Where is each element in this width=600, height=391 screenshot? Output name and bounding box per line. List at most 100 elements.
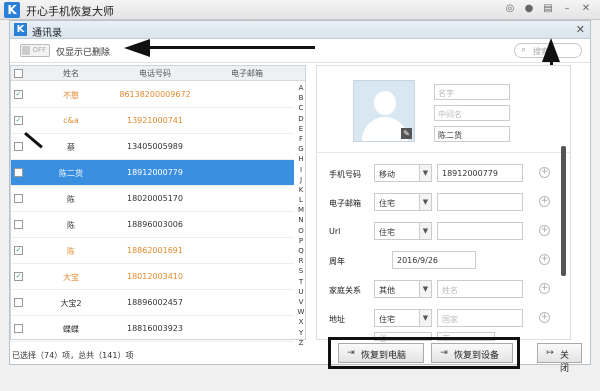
close-app-icon[interactable]: ✕ (580, 3, 592, 15)
row-checkbox[interactable]: ✓ (14, 116, 23, 125)
alphabet-letter[interactable]: O (295, 226, 307, 236)
table-row[interactable]: 大宝2 18896002457 (11, 290, 294, 316)
add-field-icon[interactable]: + (539, 254, 550, 265)
alphabet-letter[interactable]: B (295, 93, 307, 103)
add-field-icon[interactable]: + (539, 167, 550, 178)
table-row[interactable]: 蝶蝶 18816003923 (11, 316, 294, 342)
row-checkbox[interactable] (14, 220, 23, 229)
alphabet-letter[interactable]: D (295, 114, 307, 124)
table-row[interactable]: 陈 18896003006 (11, 212, 294, 238)
field-value-input[interactable]: 2016/9/26 (392, 251, 476, 269)
row-checkbox[interactable]: ✓ (14, 272, 23, 281)
row-checkbox[interactable]: ✓ (14, 90, 23, 99)
alphabet-letter[interactable]: V (295, 297, 307, 307)
window-close-icon[interactable]: ✕ (576, 23, 585, 36)
chevron-down-icon: ▼ (419, 281, 431, 297)
add-field-icon[interactable]: + (539, 225, 550, 236)
row-phone: 18816003923 (127, 324, 183, 333)
field-label: 家庭关系 (329, 286, 361, 295)
field-value-input[interactable] (437, 222, 523, 240)
field-value-input[interactable] (437, 193, 523, 211)
table-row[interactable]: 陈二货 18912000779 (11, 160, 294, 186)
add-field-icon[interactable]: + (539, 196, 550, 207)
wechat-icon[interactable]: ◎ (504, 3, 516, 15)
row-checkbox[interactable] (14, 298, 23, 307)
alphabet-letter[interactable]: I (295, 165, 307, 175)
first-name-field[interactable]: 名字 (434, 84, 510, 100)
alphabet-letter[interactable]: W (295, 307, 307, 317)
row-name: 陈 (67, 195, 75, 204)
detail-scrollbar[interactable] (561, 146, 566, 276)
toolbar: OFF 仅显示已删除 ⌕ 搜索 (10, 39, 590, 63)
field-value-input[interactable]: 18912000779 (437, 164, 523, 182)
avatar[interactable]: ✎ (353, 80, 415, 142)
row-checkbox[interactable] (14, 194, 23, 203)
row-phone: 18862001691 (127, 246, 183, 255)
alphabet-letter[interactable]: S (295, 266, 307, 276)
alphabet-letter[interactable]: X (295, 317, 307, 327)
alphabet-letter[interactable]: Z (295, 338, 307, 348)
alphabet-letter[interactable]: A (295, 83, 307, 93)
alphabet-letter[interactable]: E (295, 124, 307, 134)
row-name: 陈 (67, 221, 75, 230)
table-row[interactable]: ✓ 大宝 18012003410 (11, 264, 294, 290)
alphabet-index[interactable]: ABCDEFGHIJKLMNOPQRSTUVWXYZ (295, 83, 307, 348)
add-field-icon[interactable]: + (539, 312, 550, 323)
alphabet-letter[interactable]: C (295, 103, 307, 113)
alphabet-letter[interactable]: U (295, 287, 307, 297)
alphabet-letter[interactable]: L (295, 195, 307, 205)
table-row[interactable]: 蔡 13405005989 (11, 134, 294, 160)
row-phone: 18020005170 (127, 194, 183, 203)
alphabet-letter[interactable]: Y (295, 328, 307, 338)
alphabet-letter[interactable]: J (295, 175, 307, 185)
row-name: 不憨 (63, 91, 79, 100)
select-value: 移动 (379, 170, 395, 179)
chevron-down-icon: ▼ (419, 310, 431, 326)
search-icon: ⌕ (521, 45, 527, 55)
field-type-select[interactable]: 移动 ▼ (374, 164, 432, 182)
field-type-select[interactable]: 住宅 ▼ (374, 222, 432, 240)
last-name-field[interactable]: 陈二货 (434, 126, 510, 142)
add-field-icon[interactable]: + (539, 283, 550, 294)
middle-name-field[interactable]: 中间名 (434, 105, 510, 121)
alphabet-letter[interactable]: P (295, 236, 307, 246)
feedback-icon[interactable]: ▤ (542, 3, 554, 15)
contact-detail-panel: ✎ 名字 中间名 陈二货 手机号码 移动 ▼ 18912000779 + 电子邮箱 住宅 ▼ +… (316, 65, 571, 343)
alphabet-letter[interactable]: F (295, 134, 307, 144)
row-phone: 13921000741 (127, 116, 183, 125)
field-value-input[interactable]: 姓名 (437, 280, 523, 298)
chat-icon[interactable]: ● (523, 3, 535, 15)
field-type-select[interactable]: 住宅 ▼ (374, 193, 432, 211)
row-phone: 13405005989 (127, 142, 183, 151)
row-name: 蔡 (67, 143, 75, 152)
field-label: 周年 (329, 257, 345, 266)
alphabet-letter[interactable]: H (295, 154, 307, 164)
table-row[interactable]: ✓ c&a 13921000741 (11, 108, 294, 134)
table-row[interactable]: 陈 18020005170 (11, 186, 294, 212)
field-type-select[interactable]: 住宅 ▼ (374, 309, 432, 327)
alphabet-letter[interactable]: G (295, 144, 307, 154)
row-checkbox[interactable] (14, 324, 23, 333)
select-all-checkbox[interactable] (14, 69, 23, 78)
deleted-only-toggle[interactable]: OFF (20, 44, 50, 57)
close-button[interactable]: ↦ 关闭 (537, 343, 582, 374)
row-name: 大宝2 (60, 299, 82, 308)
table-row[interactable]: ✓ 陈 18862001691 (11, 238, 294, 264)
row-checkbox[interactable] (14, 168, 23, 177)
app-titlebar: K 开心手机恢复大师 ◎ ● ▤ – ✕ (0, 0, 600, 20)
edit-avatar-icon[interactable]: ✎ (401, 128, 412, 139)
row-phone: 18896002457 (127, 298, 183, 307)
row-checkbox[interactable] (14, 142, 23, 151)
row-checkbox[interactable]: ✓ (14, 246, 23, 255)
table-row[interactable]: ✓ 不憨 86138200009672 (11, 82, 294, 108)
field-value-input[interactable]: 国家 (437, 309, 523, 327)
alphabet-letter[interactable]: K (295, 185, 307, 195)
alphabet-letter[interactable]: M (295, 205, 307, 215)
alphabet-letter[interactable]: Q (295, 246, 307, 256)
minimize-icon[interactable]: – (561, 3, 573, 15)
row-name: 蝶蝶 (63, 325, 79, 334)
alphabet-letter[interactable]: T (295, 277, 307, 287)
alphabet-letter[interactable]: N (295, 215, 307, 225)
alphabet-letter[interactable]: R (295, 256, 307, 266)
field-type-select[interactable]: 其他 ▼ (374, 280, 432, 298)
